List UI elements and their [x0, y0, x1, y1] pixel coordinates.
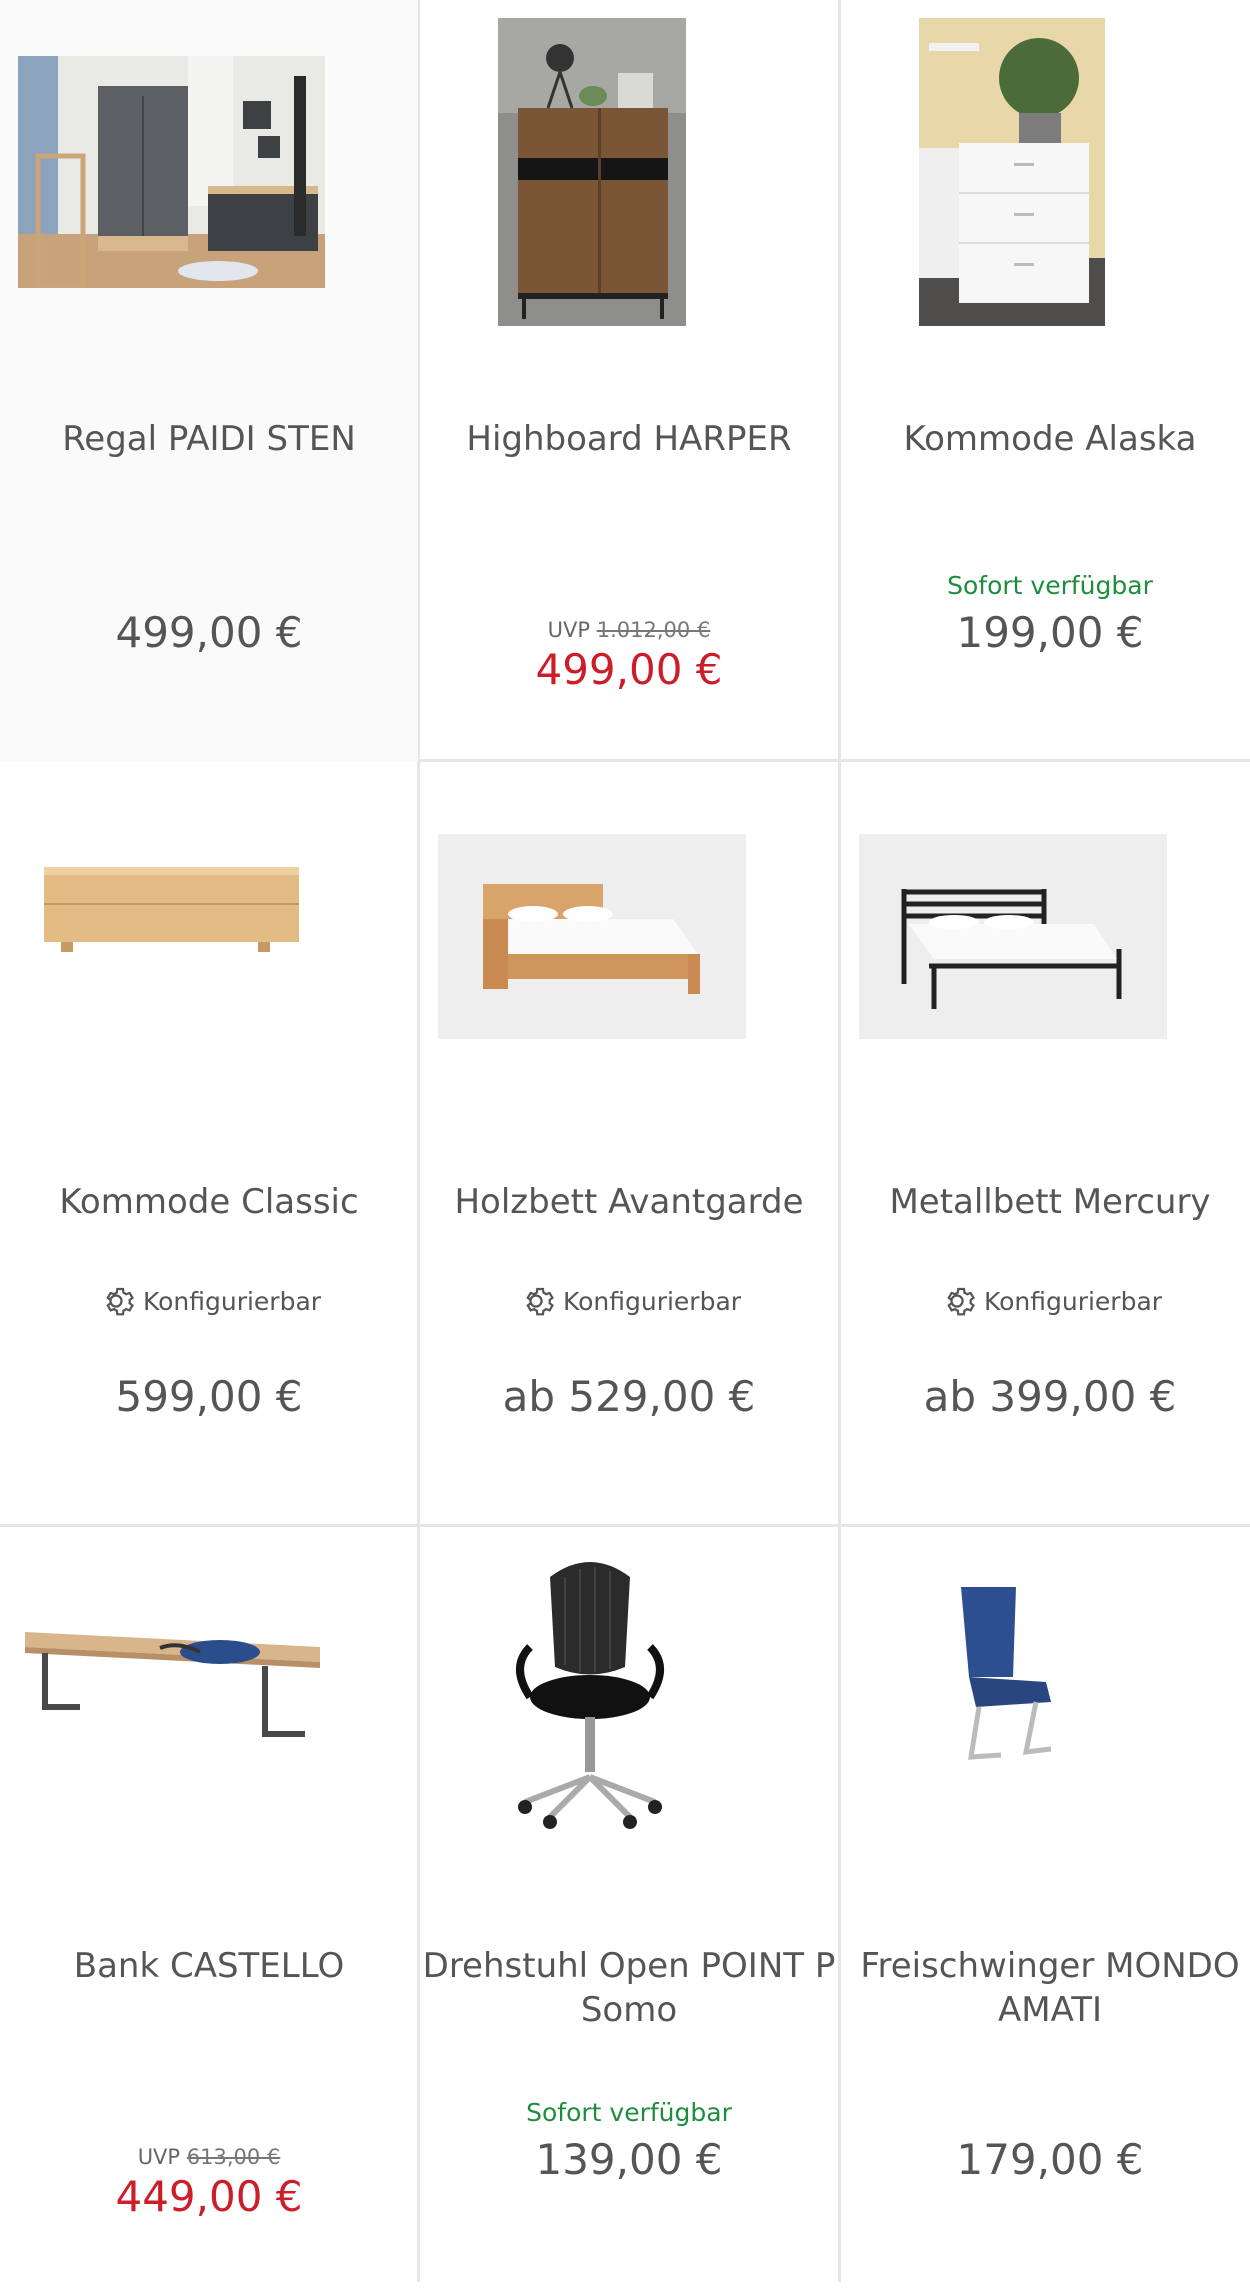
product-card[interactable]: Freischwinger MONDO AMATI 179,00 €	[841, 1527, 1250, 2289]
product-price: 499,00 €	[115, 608, 303, 657]
blue-chair-image	[941, 1577, 1081, 1777]
product-title[interactable]: Drehstuhl Open POINT P Somo	[420, 1944, 838, 2032]
product-card[interactable]: Drehstuhl Open POINT P Somo Sofort verfü…	[420, 1527, 838, 2289]
product-price: 139,00 €	[535, 2135, 723, 2184]
uvp-label: UVP	[547, 618, 591, 642]
bench-image	[20, 1622, 322, 1752]
product-price: ab 529,00 €	[502, 1372, 756, 1421]
product-title[interactable]: Freischwinger MONDO AMATI	[841, 1944, 1250, 2032]
product-card[interactable]: Bank CASTELLO UVP 613,00 € 449,00 €	[0, 1527, 418, 2289]
product-title[interactable]: Holzbett Avantgarde	[420, 1180, 838, 1224]
uvp-original-price: 1.012,00 €	[596, 618, 711, 642]
product-image[interactable]	[498, 18, 686, 326]
gear-icon	[526, 1287, 554, 1316]
uvp-original-price: 613,00 €	[186, 2145, 281, 2169]
product-title[interactable]: Bank CASTELLO	[0, 1944, 418, 1988]
office-chair-image	[475, 1547, 705, 1857]
configurable-badge: Konfigurierbar	[420, 1282, 838, 1320]
configurable-badge: Konfigurierbar	[841, 1282, 1250, 1320]
highboard-image	[498, 18, 686, 326]
product-price: 179,00 €	[956, 2135, 1144, 2184]
product-image[interactable]	[20, 1622, 322, 1752]
product-title[interactable]: Kommode Alaska	[841, 417, 1250, 461]
product-title[interactable]: Regal PAIDI STEN	[0, 417, 418, 461]
product-image[interactable]	[919, 18, 1105, 326]
configurable-badge: Konfigurierbar	[0, 1282, 418, 1320]
product-price: 199,00 €	[956, 608, 1144, 657]
metal-bed-image	[859, 834, 1167, 1039]
availability-label: Sofort verfügbar	[526, 2098, 732, 2127]
product-title[interactable]: Metallbett Mercury	[841, 1180, 1250, 1224]
product-price: 599,00 €	[115, 1372, 303, 1421]
gear-icon	[947, 1287, 975, 1316]
product-grid: Regal PAIDI STEN 499,00 € Highboard HARP…	[0, 0, 1250, 2282]
product-price: ab 399,00 €	[923, 1372, 1177, 1421]
wood-dresser-image	[36, 842, 306, 972]
product-image[interactable]	[18, 56, 325, 288]
white-dresser-image	[919, 18, 1105, 326]
uvp-price: UVP 613,00 €	[0, 2145, 418, 2169]
availability-label: Sofort verfügbar	[947, 571, 1153, 600]
product-card[interactable]: Metallbett Mercury Konfigurierbar ab 399…	[841, 762, 1250, 1524]
sale-price: 499,00 €	[535, 645, 723, 694]
uvp-label: UVP	[137, 2145, 181, 2169]
configurable-label: Konfigurierbar	[562, 1286, 742, 1316]
product-card[interactable]: Kommode Classic Konfigurierbar 599,00 €	[0, 762, 418, 1524]
gear-icon	[106, 1287, 134, 1316]
product-image[interactable]	[438, 834, 746, 1039]
nursery-shelf-image	[18, 56, 325, 288]
sale-price: 449,00 €	[115, 2172, 303, 2221]
configurable-label: Konfigurierbar	[983, 1286, 1163, 1316]
product-image[interactable]	[475, 1547, 705, 1857]
product-card[interactable]: Kommode Alaska Sofort verfügbar 199,00 €	[841, 0, 1250, 762]
product-card[interactable]: Regal PAIDI STEN 499,00 €	[0, 0, 418, 762]
product-image[interactable]	[859, 834, 1167, 1039]
product-card[interactable]: Holzbett Avantgarde Konfigurierbar ab 52…	[420, 762, 838, 1524]
product-title[interactable]: Kommode Classic	[0, 1180, 418, 1224]
configurable-label: Konfigurierbar	[142, 1286, 322, 1316]
wood-bed-image	[438, 834, 746, 1039]
product-card[interactable]: Highboard HARPER UVP 1.012,00 € 499,00 €	[420, 0, 838, 762]
uvp-price: UVP 1.012,00 €	[420, 618, 838, 642]
product-image[interactable]	[941, 1577, 1081, 1777]
product-image[interactable]	[36, 842, 306, 972]
product-title[interactable]: Highboard HARPER	[420, 417, 838, 461]
